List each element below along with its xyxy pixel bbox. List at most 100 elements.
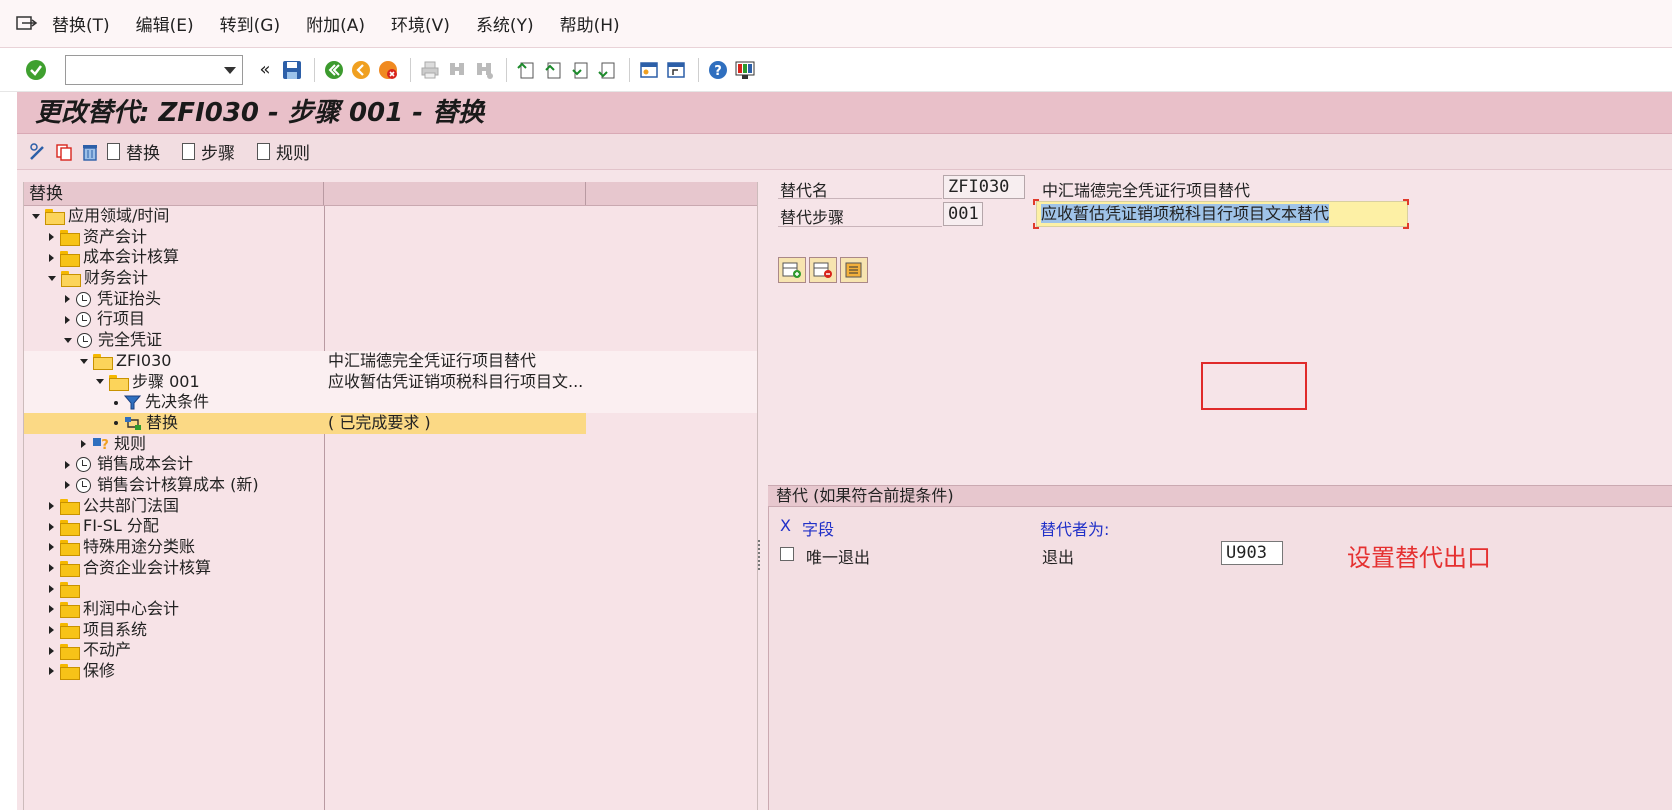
toolbar-divider [410,57,411,82]
collapsed-icon[interactable] [49,667,54,676]
tree-node-zfi030[interactable]: ZFI030 中汇瑞德完全凭证行项目替代 [24,350,757,372]
tree-node-unnamed[interactable] [24,578,757,599]
filter-icon [124,394,141,411]
create-shortcut-icon[interactable] [664,58,688,82]
tree-node-app-area[interactable]: 应用领域/时间 [24,206,757,227]
next-page-icon[interactable] [568,58,592,82]
chevron-down-icon[interactable] [224,66,236,74]
tree-node-real-estate[interactable]: 不动产 [24,640,757,661]
tree-node-description: 中汇瑞德完全凭证行项目替代 [328,350,537,370]
copy-icon[interactable] [53,141,75,163]
tree-column-header-desc[interactable] [324,182,586,205]
tree-node-public-sector-france[interactable]: 公共部门法国 [24,496,757,517]
insert-row-icon [782,262,801,278]
row-details-button[interactable] [840,257,868,283]
expanded-icon[interactable] [80,358,88,364]
list-detail-icon [845,262,862,278]
display-change-icon[interactable] [27,141,49,163]
expanded-icon[interactable] [32,213,40,219]
tree-node-cost-accounting[interactable]: 成本会计核算 [24,247,757,268]
collapsed-icon[interactable] [49,564,54,573]
menu-edit[interactable]: 编辑(E) [136,11,194,36]
expanded-icon[interactable] [64,337,72,343]
collapsed-icon[interactable] [65,315,70,324]
customize-layout-icon[interactable] [733,58,757,82]
tree-node-prerequisite[interactable]: 先决条件 [24,392,757,413]
menu-replace[interactable]: 替换(T) [52,11,110,36]
exit-value-field[interactable]: U903 [1221,541,1283,565]
expanded-icon[interactable] [48,275,56,281]
command-field[interactable] [65,54,243,85]
leaf-bullet-icon [114,421,118,426]
collapsed-icon[interactable] [81,439,86,448]
tree-node-document-header[interactable]: 凭证抬头 [24,289,757,310]
tree-node-warranty[interactable]: 保修 [24,661,757,682]
tree-node-line-item[interactable]: 行项目 [24,309,757,330]
exit-only-checkbox[interactable] [780,547,794,561]
menu-system[interactable]: 系统(Y) [476,11,534,36]
tree-node-cost-of-sales[interactable]: 销售成本会计 [24,454,757,475]
collapsed-icon[interactable] [49,501,54,510]
tree-node-rules[interactable]: ? 规则 [24,434,757,455]
tree-node-project-system[interactable]: 项目系统 [24,620,757,641]
previous-page-icon[interactable] [541,58,565,82]
save-icon[interactable] [280,58,304,82]
find-next-icon[interactable] [472,58,496,82]
new-step-button[interactable]: 步骤 [182,139,235,164]
collapsed-icon[interactable] [65,481,70,490]
tree-node-substitution[interactable]: 替换 ( 已完成要求 ) [24,412,757,434]
back-icon[interactable] [322,58,346,82]
collapse-toolbar-icon[interactable]: « [253,58,277,82]
collapsed-icon[interactable] [49,543,54,552]
collapsed-icon[interactable] [49,522,54,531]
delete-row-button[interactable] [809,257,837,283]
menu-extras[interactable]: 附加(A) [306,11,365,36]
new-substitution-button[interactable]: 替换 [107,139,160,164]
help-icon[interactable]: ? [706,58,730,82]
substitution-step-field[interactable]: 001 [943,202,983,226]
tree-node-fi-sl[interactable]: FI-SL 分配 [24,516,757,537]
substitution-step-label: 替代步骤 [780,208,845,227]
print-icon[interactable] [418,58,442,82]
collapsed-icon[interactable] [49,626,54,635]
tree-node-profit-center[interactable]: 利润中心会计 [24,599,757,620]
collapsed-icon[interactable] [49,605,54,614]
collapsed-icon[interactable] [65,460,70,469]
collapsed-icon[interactable] [49,253,54,262]
toolbar-divider [506,57,507,82]
menu-environment[interactable]: 环境(V) [391,11,450,36]
collapsed-icon[interactable] [49,233,54,242]
last-page-icon[interactable] [595,58,619,82]
collapsed-icon[interactable] [49,646,54,655]
collapsed-icon[interactable] [49,584,54,593]
menu-help[interactable]: 帮助(H) [560,11,620,36]
clock-icon [76,457,91,473]
leaf-bullet-icon [114,400,118,405]
tree-node-financial-accounting[interactable]: 财务会计 [24,268,757,289]
pane-splitter[interactable] [758,540,762,570]
tree-node-asset-accounting[interactable]: 资产会计 [24,227,757,248]
delete-icon[interactable] [79,141,101,163]
collapsed-icon[interactable] [65,295,70,304]
folder-icon [60,250,80,267]
tree-node-special-ledger[interactable]: 特殊用途分类账 [24,537,757,558]
tree-node-complete-document[interactable]: 完全凭证 [24,330,757,351]
menu-goto[interactable]: 转到(G) [220,11,280,36]
first-page-icon[interactable] [514,58,538,82]
find-icon[interactable] [445,58,469,82]
new-rule-button[interactable]: 规则 [257,139,310,164]
exit-icon[interactable] [349,58,373,82]
enter-icon[interactable] [24,58,48,82]
cancel-icon[interactable] [376,58,400,82]
step-description-input[interactable]: 应收暂估凭证销项税科目行项目文本替代 [1036,201,1408,227]
tree-node-joint-venture[interactable]: 合资企业会计核算 [24,558,757,579]
system-menu-icon[interactable] [16,15,38,33]
tree-column-header[interactable]: 替换 [24,182,324,205]
tree-node-cost-of-sales-new[interactable]: 销售会计核算成本 (新) [24,475,757,496]
tree-node-step-001[interactable]: 步骤 001 应收暂估凭证销项税科目行项目文... [24,371,757,393]
expanded-icon[interactable] [96,379,104,385]
application-toolbar: 替换 步骤 规则 [17,134,1672,170]
new-session-icon[interactable] [637,58,661,82]
insert-row-button[interactable] [778,257,806,283]
substitution-name-field[interactable]: ZFI030 [943,175,1025,199]
